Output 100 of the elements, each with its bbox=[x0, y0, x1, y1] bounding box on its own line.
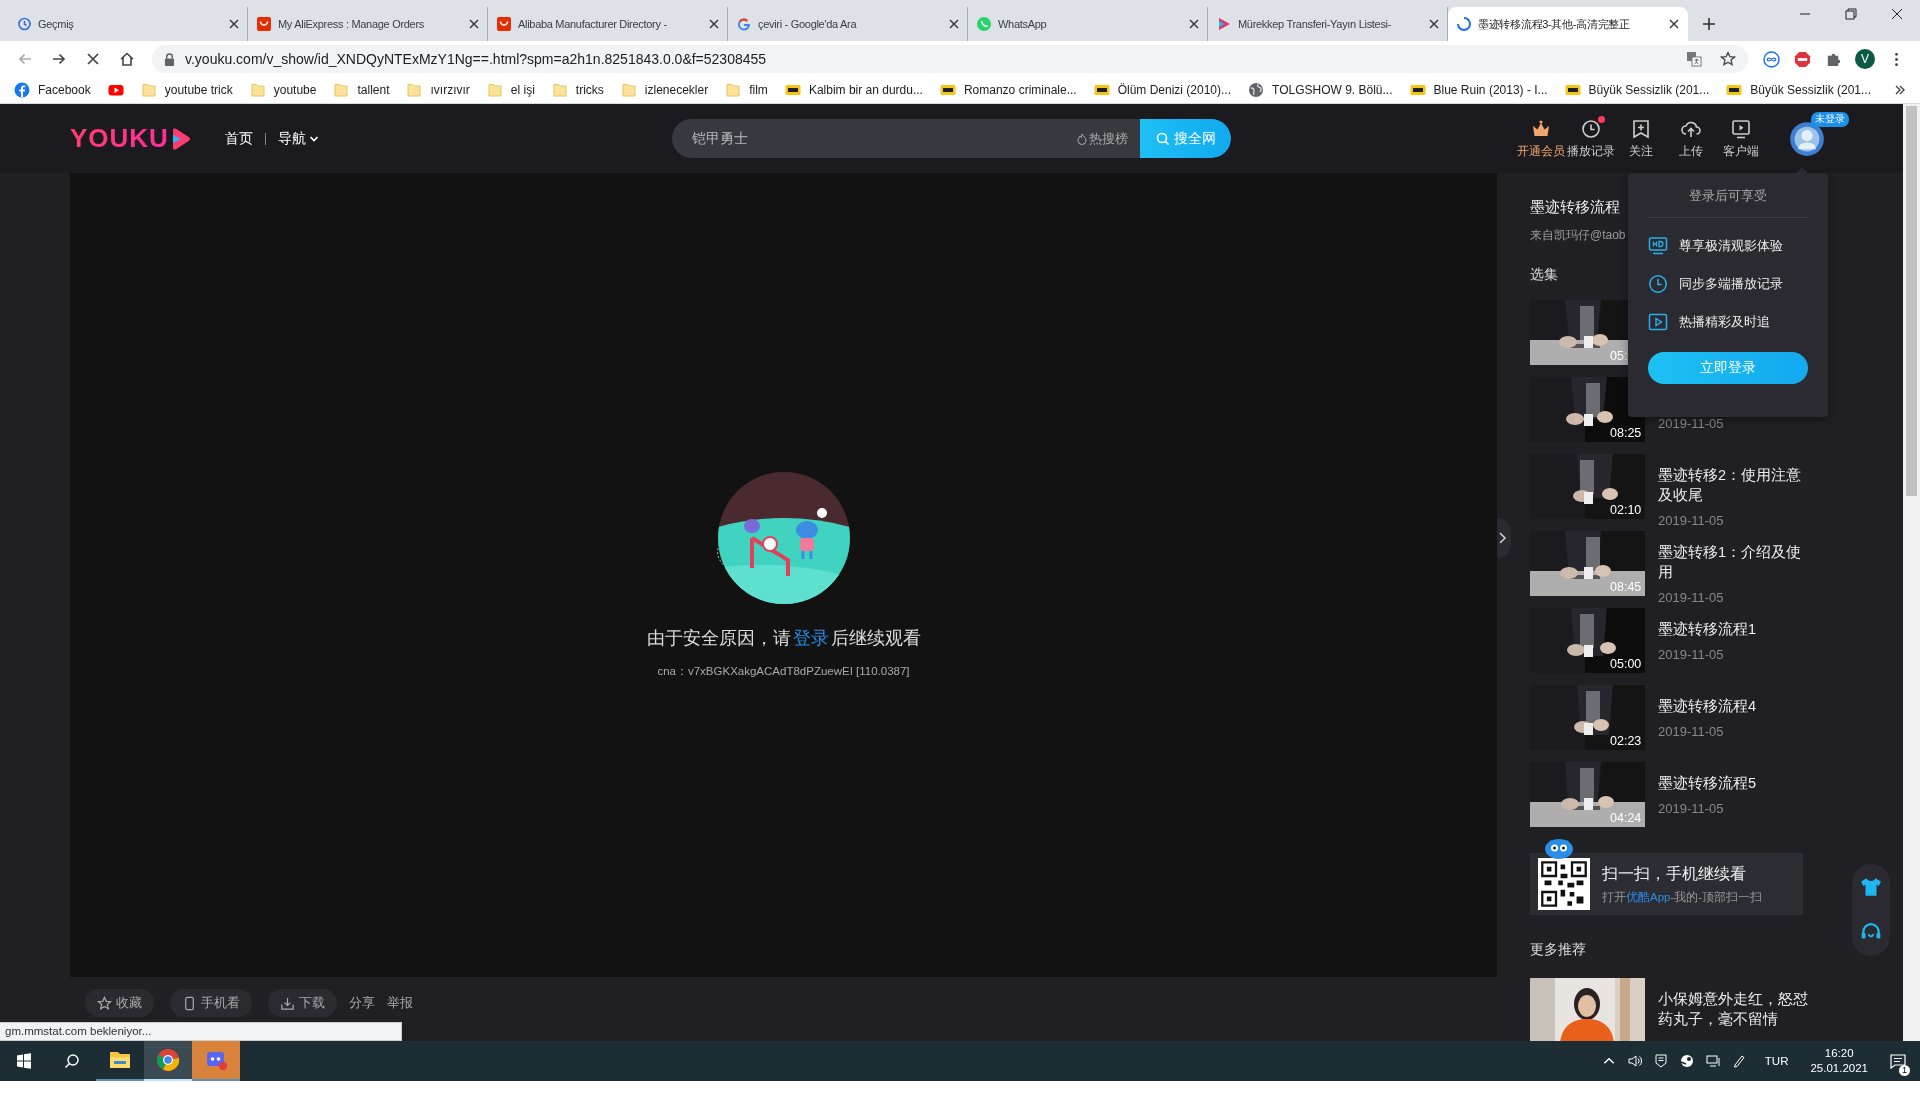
folder-icon bbox=[249, 82, 266, 98]
bookmark[interactable]: el işi bbox=[486, 82, 535, 98]
shirt-icon[interactable] bbox=[1860, 876, 1882, 898]
duration-label: 05:00 bbox=[1610, 657, 1642, 671]
translate-icon[interactable] bbox=[1686, 51, 1702, 67]
login-link[interactable]: 登录 bbox=[792, 628, 829, 648]
benefit-text: 尊享极清观影体验 bbox=[1679, 237, 1783, 255]
loading-icon bbox=[1456, 16, 1472, 32]
lock-icon bbox=[164, 52, 175, 66]
star-icon[interactable] bbox=[1720, 51, 1736, 67]
episode-date: 2019-11-05 bbox=[1658, 416, 1725, 431]
header-action[interactable]: 客户端 bbox=[1721, 117, 1761, 160]
qr-title: 扫一扫，手机继续看 bbox=[1602, 863, 1747, 884]
bookmark[interactable]: Ölüm Denizi (2010)... bbox=[1093, 82, 1232, 98]
imdb-icon bbox=[1564, 82, 1581, 98]
bookmark[interactable]: Büyük Sessizlik (201... bbox=[1726, 82, 1871, 98]
bookmark[interactable]: film bbox=[725, 82, 768, 98]
tab-title: Alibaba Manufacturer Directory - bbox=[518, 18, 668, 30]
bookmark-plus-icon bbox=[1630, 117, 1652, 140]
imdb-icon bbox=[784, 82, 801, 98]
chevron-right-icon bbox=[1497, 531, 1507, 545]
address-bar[interactable]: v.youku.com/v_show/id_XNDQyNTExMzY1Ng==.html?spm=a2h1n.8251843.0.0&f=52308455 bbox=[152, 45, 1748, 73]
play-logo-icon bbox=[1216, 16, 1232, 32]
bookmark[interactable]: Romanzo criminale... bbox=[939, 82, 1077, 98]
phone-icon bbox=[182, 995, 197, 1011]
video-player[interactable]: 由于安全原因，请登录后继续观看 cna：v7xBGKXakgACAdT8dPZuewEI [110.0387] bbox=[70, 173, 1497, 977]
qr-code-icon bbox=[1538, 858, 1590, 910]
episode-date: 2019-11-05 bbox=[1658, 801, 1725, 816]
folder-icon bbox=[333, 82, 350, 98]
folder-icon bbox=[140, 82, 157, 98]
episode-title: 墨迹转移流程5 bbox=[1658, 774, 1758, 793]
shopping-bag-icon bbox=[496, 16, 512, 32]
close-icon[interactable] bbox=[229, 19, 239, 29]
notification-button[interactable]: 1 bbox=[1880, 1044, 1916, 1078]
bookmark[interactable]: Blue Ruin (2013) - I... bbox=[1409, 82, 1548, 98]
hot-search-link[interactable]: 热搜榜 bbox=[1077, 129, 1128, 148]
action-button[interactable]: 下载 bbox=[268, 989, 337, 1017]
episode-date: 2019-11-05 bbox=[1658, 724, 1725, 739]
popup-heading: 登录后可享受 bbox=[1648, 187, 1808, 218]
clock-icon bbox=[1580, 117, 1602, 140]
episode-date: 2019-11-05 bbox=[1658, 513, 1725, 528]
bookmark[interactable]: youtube bbox=[249, 82, 317, 98]
header-action[interactable]: 关注 bbox=[1621, 117, 1661, 160]
episode-title: 墨迹转移2：使用注意及收尾 bbox=[1658, 466, 1803, 505]
nav-link[interactable]: 导航 bbox=[277, 129, 319, 148]
folder-icon bbox=[725, 82, 742, 98]
star-icon bbox=[97, 995, 112, 1011]
action-button[interactable]: 收藏 bbox=[85, 989, 154, 1017]
close-icon[interactable] bbox=[709, 19, 719, 29]
close-icon[interactable] bbox=[1429, 19, 1439, 29]
youtube-icon[interactable] bbox=[107, 82, 124, 98]
facebook-icon bbox=[14, 82, 30, 98]
bookmark[interactable]: Kalbim bir an durdu... bbox=[784, 82, 923, 98]
tab-title: WhatsApp bbox=[998, 18, 1048, 30]
bookmark[interactable]: TOLGSHOW 9. Bölü... bbox=[1248, 82, 1393, 98]
browser-tab[interactable]: çeviri - Google'da Ara bbox=[728, 7, 968, 41]
shopping-bag-icon bbox=[256, 16, 272, 32]
language-indicator[interactable]: TUR bbox=[1764, 1055, 1789, 1067]
browser-tab[interactable]: 墨迹转移流程3-其他-高清完整正 bbox=[1448, 7, 1688, 41]
bookmark[interactable]: Büyük Sessizlik (201... bbox=[1564, 82, 1710, 98]
action-link[interactable]: 举报 bbox=[387, 994, 413, 1012]
bookmark[interactable]: tallent bbox=[333, 82, 390, 98]
browser-tab[interactable]: Geçmiş bbox=[8, 7, 248, 41]
message-icon bbox=[1890, 1053, 1906, 1069]
collapse-panel-button[interactable] bbox=[1497, 518, 1511, 558]
new-tab-icon[interactable] bbox=[1702, 17, 1716, 31]
login-required-message: 由于安全原因，请登录后继续观看 bbox=[646, 627, 921, 650]
download-icon bbox=[280, 995, 295, 1011]
profile-avatar[interactable]: V bbox=[1855, 49, 1875, 69]
scrollbar-thumb[interactable] bbox=[1906, 106, 1917, 496]
app-link[interactable]: 优酷App bbox=[1626, 890, 1671, 903]
chevron-icon[interactable] bbox=[1894, 84, 1906, 96]
nav-link[interactable]: 首页 bbox=[224, 129, 253, 148]
search-field[interactable]: 铠甲勇士 热搜榜 搜全网 bbox=[672, 119, 1231, 158]
duration-label: 02:23 bbox=[1610, 734, 1642, 748]
imdb-icon bbox=[1409, 82, 1426, 98]
browser-tab[interactable]: My AliExpress : Manage Orders bbox=[248, 7, 488, 41]
action-link[interactable]: 分享 bbox=[349, 994, 375, 1012]
close-icon[interactable] bbox=[1189, 19, 1199, 29]
episode-title: 墨迹转移流程1 bbox=[1658, 620, 1758, 639]
video-title: 小保姆意外走红，怒怼药丸子，毫不留情 bbox=[1658, 990, 1808, 1029]
action-button[interactable]: 手机看 bbox=[170, 989, 252, 1017]
status-text: gm.mmstat.com bekleniyor... bbox=[0, 1022, 402, 1041]
play-logo-icon bbox=[170, 127, 191, 150]
bookmark[interactable]: tricks bbox=[551, 82, 604, 98]
close-icon[interactable] bbox=[469, 19, 479, 29]
close-icon[interactable] bbox=[1669, 19, 1679, 29]
clock[interactable]: 16:20 25.01.2021 bbox=[1810, 1046, 1868, 1076]
header-action[interactable]: 上传 bbox=[1671, 117, 1711, 160]
imdb-icon bbox=[1726, 82, 1743, 98]
error-code: cna：v7xBGKXakgACAdT8dPZuewEI [110.0387] bbox=[657, 664, 910, 679]
hd-screen-icon bbox=[1648, 236, 1668, 256]
bookmark[interactable]: ıvırzıvır bbox=[406, 82, 470, 98]
browser-tab[interactable]: WhatsApp bbox=[968, 7, 1208, 41]
close-icon[interactable] bbox=[949, 19, 959, 29]
bookmark[interactable]: Facebook bbox=[14, 82, 91, 98]
browser-tab[interactable]: Alibaba Manufacturer Directory - bbox=[488, 7, 728, 41]
bookmark[interactable]: izlenecekler bbox=[620, 82, 709, 98]
bookmark[interactable]: youtube trick bbox=[140, 82, 233, 98]
duration-label: 04:24 bbox=[1610, 811, 1642, 825]
